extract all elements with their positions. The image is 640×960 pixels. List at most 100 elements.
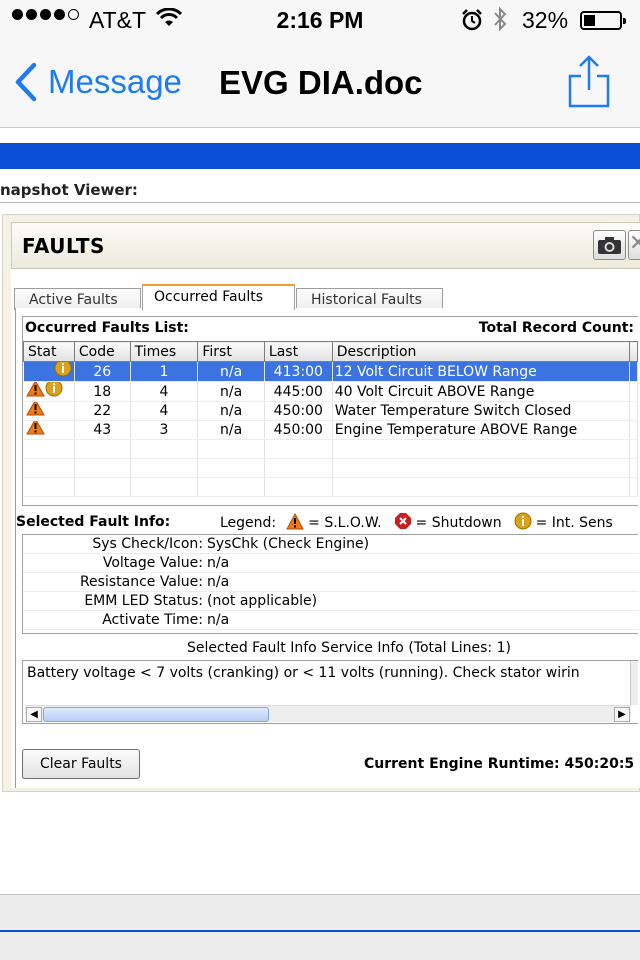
camera-icon xyxy=(598,237,621,254)
table-row[interactable]: 26 1 n/a 413:00 12 Volt Circuit BELOW Range xyxy=(23,361,639,382)
fault-tabs: Active Faults Occurred Faults Historical… xyxy=(11,284,640,310)
close-icon: ✕ xyxy=(629,231,640,256)
info-value: n/a xyxy=(207,612,230,628)
chevron-left-icon xyxy=(15,62,37,102)
faults-title: FAULTS xyxy=(22,234,105,258)
selected-fault-info-label: Selected Fault Info: xyxy=(16,514,171,530)
status-bar: AT&T 2:16 PM 32% xyxy=(0,0,640,40)
close-button[interactable]: ✕ xyxy=(628,230,640,260)
cell-times xyxy=(130,458,199,478)
snapshot-button[interactable] xyxy=(593,230,626,260)
warning-icon xyxy=(286,512,304,534)
faults-table: Stat Code Times First Last Description 2… xyxy=(23,341,639,497)
table-row[interactable] xyxy=(23,439,639,459)
service-info-text: Battery voltage < 7 volts (cranking) or … xyxy=(27,665,580,681)
info-key: Resistance Value: xyxy=(79,574,203,590)
cell-first xyxy=(197,439,265,459)
cell-times: 4 xyxy=(130,381,199,402)
cell-last xyxy=(264,477,333,497)
page-divider xyxy=(0,894,640,895)
cell-times xyxy=(130,477,199,497)
cell-code: 18 xyxy=(74,381,131,402)
cell-first: n/a xyxy=(197,361,265,382)
column-header-code[interactable]: Code xyxy=(73,341,131,362)
cell-first xyxy=(197,458,265,478)
record-count-label: Total Record Count: xyxy=(478,320,634,336)
info-value: n/a xyxy=(207,574,230,590)
share-button[interactable] xyxy=(566,54,612,115)
cell-last: 413:00 xyxy=(264,361,333,382)
table-row[interactable]: 43 3 n/a 450:00 Engine Temperature ABOVE Ran… xyxy=(23,420,639,440)
column-header-extra[interactable] xyxy=(628,341,639,362)
warning-icon xyxy=(25,401,45,420)
info-key: Voltage Value: xyxy=(102,555,203,571)
tab-active-faults[interactable]: Active Faults xyxy=(14,288,141,310)
clear-faults-button[interactable]: Clear Faults xyxy=(22,749,140,779)
tab-label: Active Faults xyxy=(29,292,118,308)
vertical-scrollbar[interactable] xyxy=(630,661,638,705)
battery-icon xyxy=(580,11,626,30)
tab-historical-faults[interactable]: Historical Faults xyxy=(296,288,443,310)
table-row[interactable] xyxy=(23,477,639,497)
cell-last xyxy=(264,458,333,478)
table-row[interactable]: 18 4 n/a 445:00 40 Volt Circuit ABOVE Range xyxy=(23,381,639,402)
legend-shutdown: = Shutdown xyxy=(415,515,502,531)
service-info-label: Selected Fault Info Service Info (Total … xyxy=(187,640,511,656)
info-key: Activate Time: xyxy=(102,612,203,628)
legend-label: Legend: xyxy=(220,515,277,531)
cell-description xyxy=(332,477,630,497)
info-row: Resistance Value: n/a xyxy=(23,573,639,592)
cell-stat xyxy=(23,458,75,478)
table-row[interactable] xyxy=(23,458,639,478)
table-row[interactable]: 22 4 n/a 450:00 Water Temperature Switch Clo… xyxy=(23,401,639,421)
info-value: SysChk (Check Engine) xyxy=(207,536,370,552)
cell-first xyxy=(197,477,265,497)
info-icon xyxy=(514,512,532,534)
share-icon xyxy=(568,55,610,108)
cell-stat xyxy=(23,381,75,402)
cell-first: n/a xyxy=(197,401,265,421)
cell-times: 3 xyxy=(130,420,199,440)
document-header-band xyxy=(0,143,640,169)
bluetooth-icon xyxy=(492,6,508,38)
cell-stat xyxy=(23,401,75,421)
info-icon xyxy=(45,381,63,401)
shutdown-icon xyxy=(394,512,412,534)
cell-extra xyxy=(629,361,639,382)
cell-last: 445:00 xyxy=(264,381,333,402)
tab-occurred-faults[interactable]: Occurred Faults xyxy=(142,284,295,310)
back-button[interactable]: Message xyxy=(14,62,182,102)
column-header-first[interactable]: First xyxy=(197,341,265,362)
horizontal-scrollbar[interactable]: ◀ ▶ xyxy=(25,705,631,722)
document-viewer[interactable]: napshot Viewer: FAULTS ✕ xyxy=(0,129,640,960)
info-icon xyxy=(54,361,72,381)
back-button-label: Message xyxy=(48,63,182,100)
engine-runtime: Current Engine Runtime: 450:20:5 xyxy=(364,756,635,772)
cell-code xyxy=(74,477,131,497)
scroll-right-icon[interactable]: ▶ xyxy=(614,707,630,722)
service-info-box[interactable]: Battery voltage < 7 volts (cranking) or … xyxy=(22,660,638,724)
cell-extra xyxy=(629,401,639,421)
cell-code xyxy=(74,458,131,478)
cell-extra xyxy=(629,381,639,402)
scrollbar-thumb[interactable] xyxy=(43,707,269,722)
cell-last xyxy=(264,439,333,459)
column-header-times[interactable]: Times xyxy=(129,341,199,362)
cell-stat xyxy=(23,361,75,382)
tab-label: Historical Faults xyxy=(311,292,422,308)
cell-extra xyxy=(629,439,639,459)
snapshot-viewer-label: napshot Viewer: xyxy=(0,181,138,199)
cell-description: Engine Temperature ABOVE Range xyxy=(332,420,630,440)
occurred-faults-panel: Occurred Faults List: Total Record Count… xyxy=(15,308,640,788)
scroll-left-icon[interactable]: ◀ xyxy=(26,707,42,722)
column-header-description[interactable]: Description xyxy=(331,341,630,362)
column-header-stat[interactable]: Stat xyxy=(23,341,75,362)
column-header-last[interactable]: Last xyxy=(263,341,333,362)
info-row: Activate Time: n/a xyxy=(23,611,639,630)
battery-percentage: 32% xyxy=(522,7,569,33)
info-key: EMM LED Status: xyxy=(84,593,203,609)
cell-times: 4 xyxy=(130,401,199,421)
cell-stat xyxy=(23,477,75,497)
cell-code: 22 xyxy=(74,401,131,421)
cell-description: 12 Volt Circuit BELOW Range xyxy=(332,361,630,382)
